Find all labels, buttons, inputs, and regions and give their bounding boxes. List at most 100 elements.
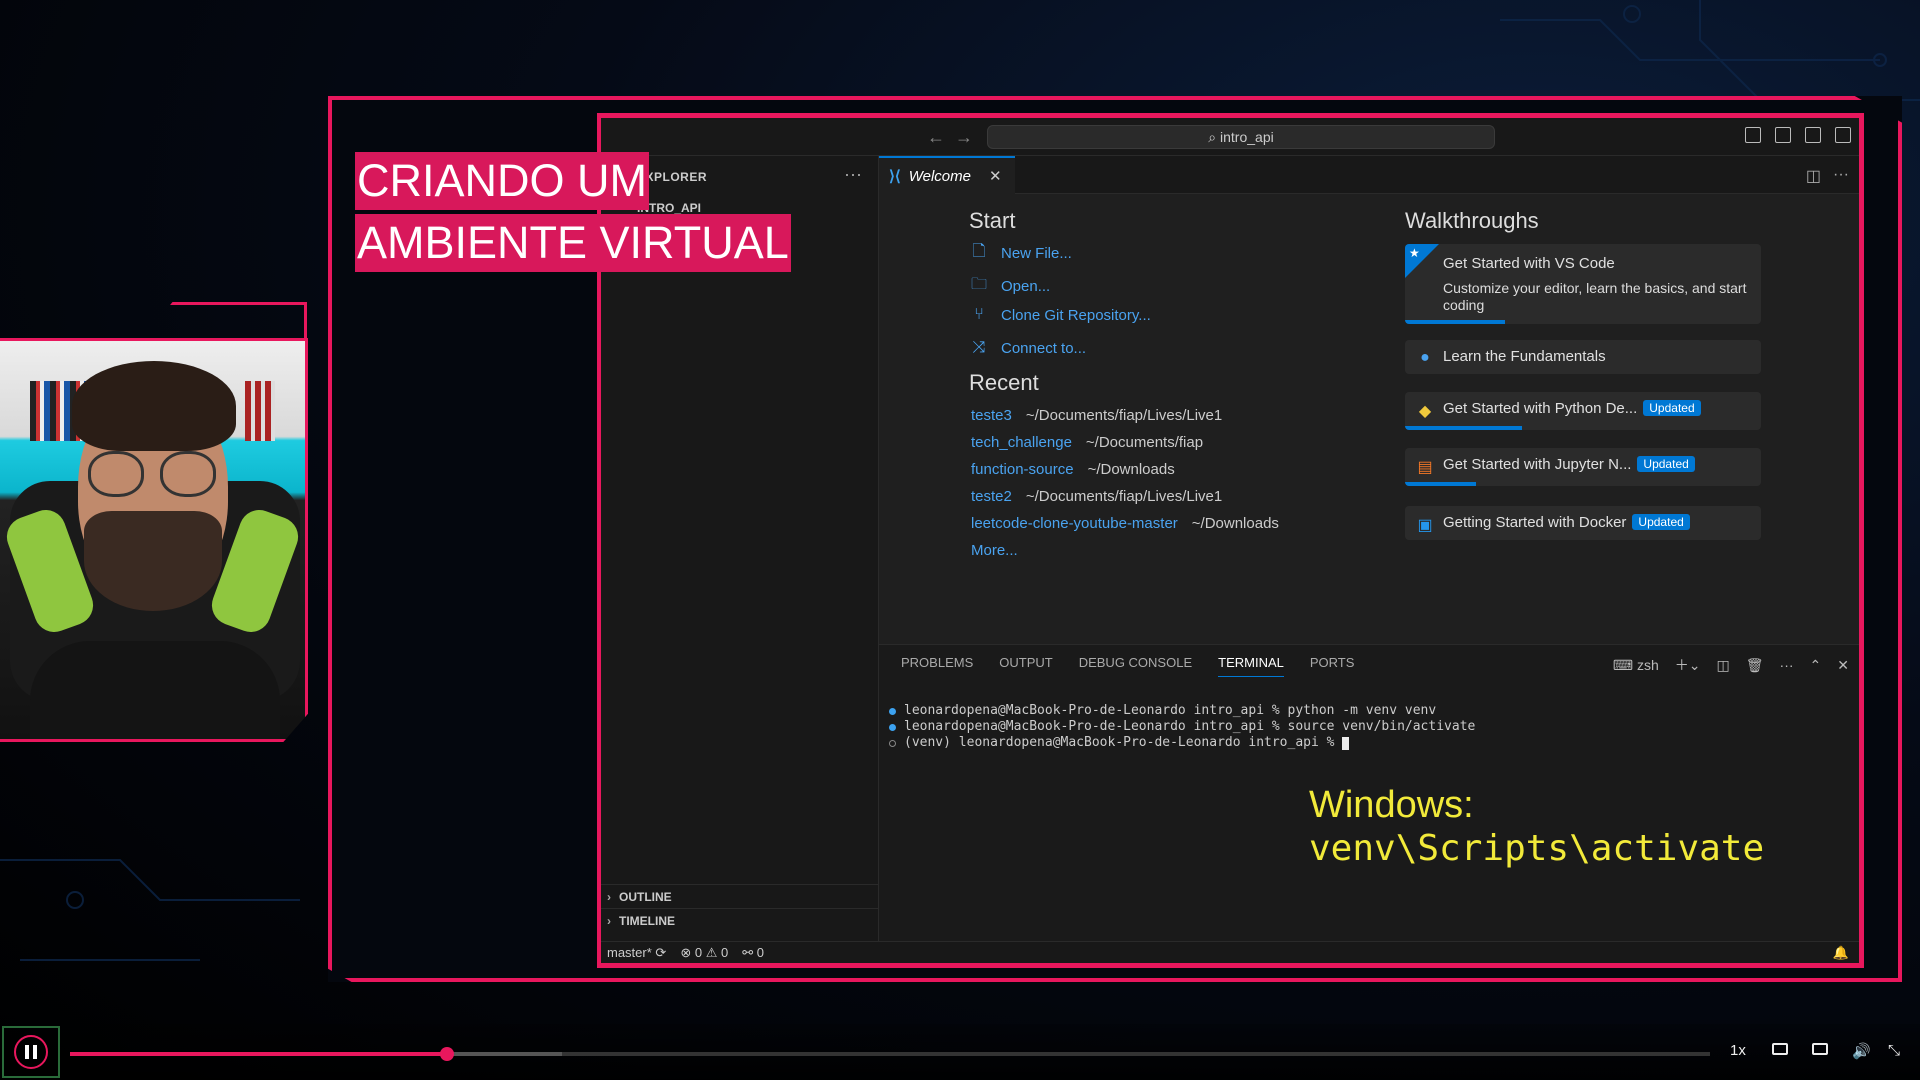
walkthrough-card-jupyter[interactable]: ▤ Get Started with Jupyter N... Updated	[1405, 448, 1761, 486]
recent-item[interactable]: tech_challenge ~/Documents/fiap	[971, 434, 1203, 451]
command-center-search[interactable]: ⌕ intro_api	[987, 125, 1495, 149]
outline-label: OUTLINE	[619, 890, 672, 904]
recent-name: tech_challenge	[971, 434, 1072, 451]
ports-count: 0	[756, 944, 764, 960]
captions-icon[interactable]	[1772, 1042, 1788, 1059]
walkthrough-card-python[interactable]: ◆ Get Started with Python De... Updated	[1405, 392, 1761, 430]
walkthrough-card-docker[interactable]: ▣ Getting Started with Docker Updated	[1405, 506, 1761, 540]
command-success-icon	[889, 707, 896, 715]
warning-count: 0	[721, 944, 729, 960]
explorer-sidebar: EXPLORER ··· INTRO_API › OUTLINE › TIMELIN…	[601, 156, 879, 941]
split-editor-icon[interactable]: ◫	[1806, 166, 1821, 186]
connect-link[interactable]: ⤨ Connect to...	[969, 339, 1086, 357]
command-success-icon	[889, 723, 896, 731]
pause-icon	[14, 1035, 48, 1069]
new-file-link[interactable]: 🗋 New File...	[969, 240, 1072, 267]
scrubber-handle[interactable]	[440, 1047, 455, 1061]
more-actions-icon[interactable]: ···	[1833, 166, 1849, 186]
tab-output[interactable]: OUTPUT	[999, 655, 1052, 677]
volume-icon[interactable]: 🔊	[1852, 1042, 1871, 1060]
picture-in-picture-icon[interactable]	[1812, 1042, 1828, 1059]
warning-icon: ⚠	[705, 944, 718, 960]
back-arrow-icon[interactable]: ←	[927, 127, 945, 148]
tab-ports[interactable]: PORTS	[1310, 655, 1355, 677]
sync-icon: ⟳	[655, 944, 667, 960]
bell-icon[interactable]: 🔔	[1833, 945, 1849, 961]
tab-problems[interactable]: PROBLEMS	[901, 655, 973, 677]
presenter-hair	[72, 361, 236, 451]
outline-section[interactable]: › OUTLINE	[601, 884, 878, 908]
clone-git-link[interactable]: ⑂ Clone Git Repository...	[969, 306, 1151, 324]
pause-button[interactable]	[2, 1026, 60, 1078]
terminal-cursor	[1342, 736, 1350, 750]
toggle-panel-icon[interactable]	[1775, 127, 1791, 143]
bookshelf	[245, 381, 275, 441]
split-terminal-icon[interactable]: ◫	[1717, 657, 1730, 674]
close-icon[interactable]: ✕	[989, 167, 1002, 185]
walkthrough-card-fundamentals[interactable]: ● Learn the Fundamentals	[1405, 340, 1761, 374]
add-terminal-icon[interactable]: ＋⌄	[1675, 655, 1701, 675]
editor-tab-bar: ⟩⟨ Welcome ✕ ◫ ···	[879, 156, 1859, 194]
tab-welcome[interactable]: ⟩⟨ Welcome ✕	[879, 156, 1015, 194]
error-icon: ⊗	[680, 944, 692, 960]
ports-indicator[interactable]: ⚯ 0	[742, 945, 764, 961]
more-actions-icon[interactable]: ···	[844, 164, 862, 185]
trash-icon[interactable]: 🗑	[1746, 657, 1764, 674]
walkthrough-progress-bar	[1405, 320, 1505, 324]
toggle-secondary-sidebar-icon[interactable]	[1805, 127, 1821, 143]
jupyter-icon: ▤	[1417, 459, 1433, 476]
terminal-line: leonardopena@MacBook-Pro-de-Leonardo int…	[889, 703, 1475, 719]
folder-icon: 🗀	[970, 276, 987, 293]
recent-item[interactable]: leetcode-clone-youtube-master ~/Downloads	[971, 515, 1279, 532]
recent-path: ~/Documents/fiap/Lives/Live1	[1025, 488, 1223, 505]
walkthrough-title: Get Started with VS Code	[1443, 255, 1615, 272]
forward-arrow-icon[interactable]: →	[955, 127, 973, 148]
terminal-text: leonardopena@MacBook-Pro-de-Leonardo int…	[904, 719, 1476, 734]
presenter-shirt	[30, 641, 280, 739]
toggle-sidebar-icon[interactable]	[1745, 127, 1761, 143]
recent-name: function-source	[971, 461, 1074, 478]
error-count: 0	[694, 944, 703, 960]
progress-track[interactable]	[70, 1047, 1710, 1061]
new-file-label: New File...	[1001, 245, 1072, 262]
chevron-right-icon: ›	[607, 914, 611, 928]
tab-debug-console[interactable]: DEBUG CONSOLE	[1079, 655, 1192, 677]
clone-label: Clone Git Repository...	[1001, 306, 1151, 324]
search-text: intro_api	[1220, 129, 1274, 145]
terminal-output[interactable]: leonardopena@MacBook-Pro-de-Leonardo int…	[889, 703, 1475, 751]
more-actions-icon[interactable]: ···	[1780, 657, 1794, 673]
ports-icon: ⚯	[742, 944, 754, 960]
terminal-shell[interactable]: ⌨ zsh	[1613, 657, 1659, 674]
playback-speed-button[interactable]: 1x	[1730, 1042, 1746, 1059]
recent-item[interactable]: function-source ~/Downloads	[971, 461, 1175, 478]
played-bar	[70, 1052, 448, 1056]
star-icon: ★	[1409, 246, 1420, 260]
branch-name: master*	[607, 944, 652, 960]
maximize-panel-icon[interactable]: ⌃	[1810, 657, 1822, 674]
docker-icon: ▣	[1417, 517, 1433, 534]
walkthrough-progress-bar	[1405, 426, 1523, 430]
tab-terminal[interactable]: TERMINAL	[1218, 655, 1284, 677]
lightbulb-icon: ●	[1420, 349, 1430, 366]
problems-indicator[interactable]: ⊗ 0 ⚠ 0	[680, 945, 728, 961]
glasses-lens	[88, 451, 144, 497]
more-recent-link[interactable]: More...	[971, 542, 1018, 559]
timeline-section[interactable]: › TIMELINE	[601, 908, 878, 932]
walkthrough-card-vscode[interactable]: ★ Get Started with VS Code Customize you…	[1405, 244, 1761, 324]
walkthrough-progress-bar	[1405, 482, 1477, 486]
status-bar: master* ⟳ ⊗ 0 ⚠ 0 ⚯ 0 🔔	[601, 941, 1859, 963]
recent-item[interactable]: teste2 ~/Documents/fiap/Lives/Live1	[971, 488, 1222, 505]
title-bar: ← → ⌕ intro_api	[601, 118, 1859, 156]
customize-layout-icon[interactable]	[1835, 127, 1851, 143]
terminal-line: (venv) leonardopena@MacBook-Pro-de-Leona…	[889, 735, 1475, 751]
open-link[interactable]: 🗀 Open...	[969, 273, 1050, 300]
exit-fullscreen-icon[interactable]: ⤡	[1888, 1042, 1900, 1059]
note-command: venv\Scripts\activate	[1309, 828, 1765, 869]
recent-item[interactable]: teste3 ~/Documents/fiap/Lives/Live1	[971, 407, 1222, 424]
close-panel-icon[interactable]: ✕	[1837, 657, 1849, 674]
branch-indicator[interactable]: master* ⟳	[607, 945, 666, 961]
title-line-1: CRIANDO UM	[355, 152, 649, 210]
open-label: Open...	[1001, 278, 1051, 295]
terminal-prompt: (venv) leonardopena@MacBook-Pro-de-Leona…	[904, 735, 1335, 750]
updated-badge: Updated	[1632, 514, 1690, 530]
